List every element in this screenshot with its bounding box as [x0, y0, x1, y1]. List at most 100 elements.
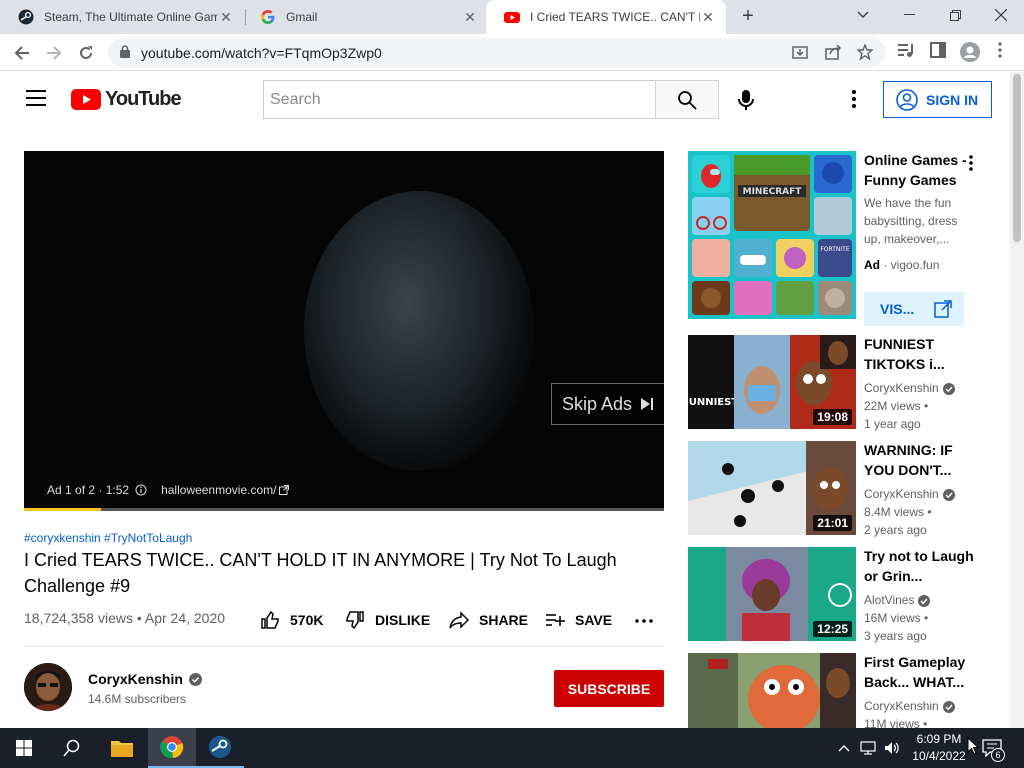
chrome-menu-icon[interactable]	[998, 42, 1002, 58]
url-text: youtube.com/watch?v=FTqmOp3Zwp0	[141, 45, 382, 61]
related-title[interactable]: WARNING: IF YOU DON'T...	[864, 440, 974, 480]
mouse-cursor-icon	[967, 737, 979, 755]
related-channel-name: CoryxKenshin	[864, 699, 939, 713]
windows-taskbar: 6:09 PM 10/4/2022 6	[0, 728, 1024, 768]
related-thumbnail[interactable]	[688, 653, 856, 728]
ad-thumbnail[interactable]: MINECRAFT FORTNITE	[688, 151, 856, 319]
close-icon	[995, 9, 1007, 21]
tab-steam[interactable]: Steam, The Ultimate Online Gam ✕	[0, 0, 244, 34]
address-bar[interactable]: youtube.com/watch?v=FTqmOp3Zwp0	[108, 38, 886, 67]
settings-menu-icon[interactable]	[851, 88, 857, 110]
channel-avatar[interactable]	[24, 663, 72, 711]
volume-icon[interactable]	[884, 741, 900, 755]
share-page-icon[interactable]	[825, 44, 841, 60]
install-app-icon[interactable]	[792, 44, 808, 60]
close-tab-icon[interactable]: ✕	[462, 9, 478, 26]
close-window-button[interactable]	[978, 0, 1024, 30]
related-thumbnail[interactable]: 12:25	[688, 547, 856, 641]
save-button[interactable]: SAVE	[545, 610, 612, 630]
steam-taskbar-button[interactable]	[196, 728, 244, 768]
page-scrollbar[interactable]	[1010, 72, 1024, 728]
svg-text:FORTNITE: FORTNITE	[820, 246, 849, 253]
ad-counter: Ad 1 of 2 · 1:52	[47, 483, 130, 497]
save-label: SAVE	[575, 612, 613, 628]
start-button[interactable]	[0, 728, 48, 768]
chrome-taskbar-button[interactable]	[148, 728, 196, 768]
close-tab-icon[interactable]: ✕	[700, 9, 716, 26]
media-control-icon[interactable]	[897, 42, 915, 58]
browser-tab-strip: Steam, The Ultimate Online Gam ✕ Gmail ✕…	[0, 0, 1024, 34]
ad-menu-icon[interactable]	[969, 154, 973, 172]
related-thumbnail[interactable]: FUNNIEST 19:08	[688, 335, 856, 429]
lock-icon	[120, 45, 130, 58]
bookmark-star-icon[interactable]	[857, 44, 873, 60]
clock-time: 6:09 PM	[916, 732, 962, 746]
system-tray	[838, 728, 900, 768]
like-button[interactable]: 570K	[260, 610, 323, 630]
related-age: 1 year ago	[864, 417, 921, 431]
tab-youtube-active[interactable]: I Cried TEARS TWICE.. CAN'T HO ✕	[486, 0, 726, 34]
related-channel[interactable]: AlotVines	[864, 591, 931, 609]
search-icon	[63, 739, 80, 757]
google-icon	[261, 10, 275, 24]
restore-icon	[949, 9, 961, 21]
dislike-button[interactable]: DISLIKE	[345, 610, 430, 630]
youtube-logo-icon	[71, 89, 101, 110]
ad-domain-link[interactable]: halloweenmovie.com/	[161, 483, 276, 497]
like-count: 570K	[290, 612, 324, 628]
close-tab-icon[interactable]: ✕	[218, 9, 234, 26]
verified-check-icon	[942, 382, 955, 395]
visit-label: VIS...	[880, 301, 915, 317]
subscribe-button[interactable]: SUBSCRIBE	[554, 670, 664, 707]
notification-center-button[interactable]: 6	[982, 728, 1005, 768]
profile-avatar-icon[interactable]	[960, 42, 980, 62]
share-button[interactable]: SHARE	[449, 610, 528, 630]
info-icon[interactable]	[135, 484, 147, 496]
related-views: 22M views •	[864, 399, 929, 413]
minimize-button[interactable]	[886, 0, 932, 30]
chevron-up-icon[interactable]	[838, 744, 850, 752]
system-clock[interactable]: 6:09 PM 10/4/2022	[908, 731, 970, 765]
ad-progress-bar[interactable]	[24, 508, 664, 511]
side-panel-icon[interactable]	[930, 42, 946, 58]
youtube-icon	[504, 12, 520, 23]
microphone-icon[interactable]	[734, 88, 758, 112]
scrollbar-thumb[interactable]	[1013, 74, 1021, 242]
notification-badge: 6	[991, 748, 1005, 762]
tab-gmail[interactable]: Gmail ✕	[242, 0, 488, 34]
video-player[interactable]: Skip Ads Ad 1 of 2 · 1:52 halloweenmovie…	[24, 151, 664, 511]
sign-in-button[interactable]: SIGN IN	[883, 81, 992, 118]
skip-ads-button[interactable]: Skip Ads	[551, 383, 664, 425]
new-tab-button[interactable]: +	[736, 5, 760, 29]
restore-button[interactable]	[932, 0, 978, 30]
related-title[interactable]: FUNNIEST TIKTOKS i...	[864, 334, 974, 374]
search-input[interactable]: Search	[263, 80, 656, 119]
youtube-logo[interactable]: YouTube	[71, 88, 182, 111]
related-title[interactable]: First Gameplay Back... WHAT...	[864, 652, 974, 692]
video-hashtags[interactable]: #coryxkenshin #TryNotToLaugh	[24, 531, 192, 545]
related-channel[interactable]: CoryxKenshin	[864, 379, 955, 397]
ad-title[interactable]: Online Games - Funny Games	[864, 150, 974, 190]
more-actions-icon[interactable]	[635, 619, 653, 623]
reload-button[interactable]	[73, 40, 99, 66]
related-title[interactable]: Try not to Laugh or Grin...	[864, 546, 974, 586]
related-channel[interactable]: CoryxKenshin	[864, 697, 955, 715]
search-button[interactable]	[655, 80, 719, 119]
back-button[interactable]	[9, 40, 35, 66]
network-icon[interactable]	[860, 741, 876, 755]
related-channel-name: CoryxKenshin	[864, 487, 939, 501]
forward-button[interactable]	[41, 40, 67, 66]
tab-title: Steam, The Ultimate Online Gam	[44, 10, 218, 24]
file-explorer-button[interactable]	[98, 728, 146, 768]
menu-icon[interactable]	[26, 90, 46, 106]
channel-name: CoryxKenshin	[88, 671, 183, 687]
channel-name-link[interactable]: CoryxKenshin	[88, 671, 202, 687]
taskbar-search-button[interactable]	[48, 728, 96, 768]
related-channel[interactable]: CoryxKenshin	[864, 485, 955, 503]
related-thumbnail[interactable]: 21:01	[688, 441, 856, 535]
visit-site-button[interactable]: VIS...	[864, 292, 964, 326]
playlist-add-icon	[546, 614, 565, 626]
tab-search-button[interactable]	[840, 0, 886, 30]
related-channel-name: AlotVines	[864, 593, 915, 607]
youtube-header: YouTube Search SIGN IN	[0, 72, 1010, 128]
